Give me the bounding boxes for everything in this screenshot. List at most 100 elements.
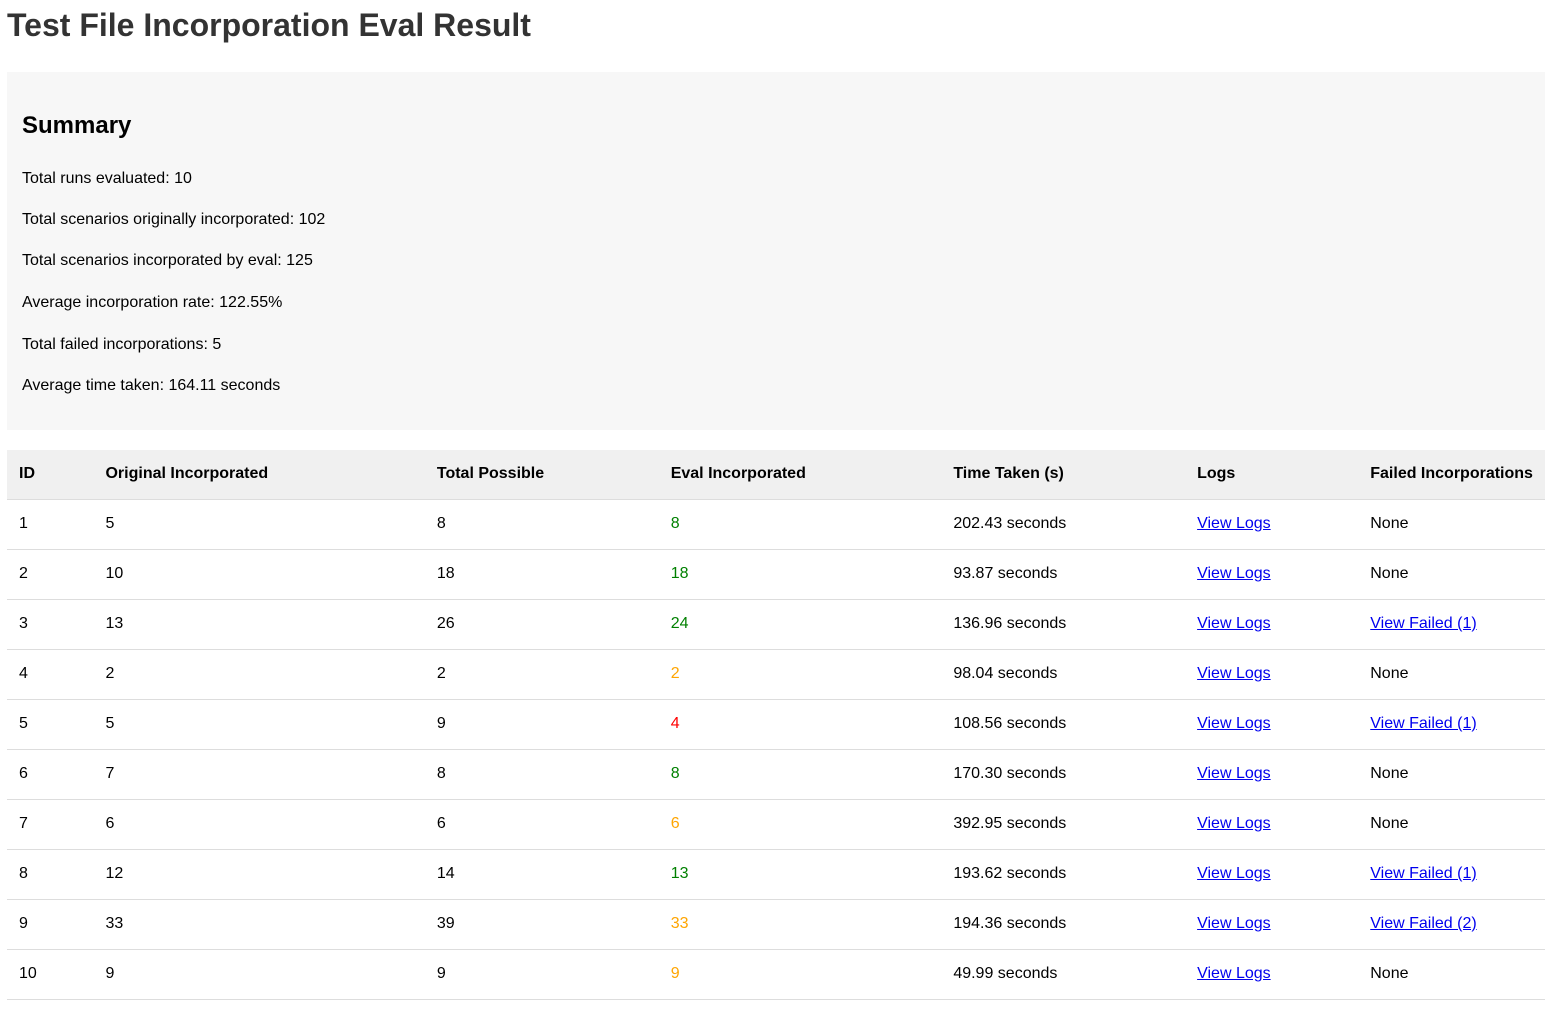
- cell-original-incorporated: 9: [93, 949, 425, 1000]
- cell-eval-incorporated: 4: [658, 699, 942, 750]
- table-row: 10 9 9 9 49.99 seconds View Logs None: [7, 949, 1545, 1000]
- header-logs: Logs: [1185, 450, 1359, 500]
- cell-eval-incorporated: 6: [658, 799, 942, 850]
- header-failed-incorporations: Failed Incorporations: [1358, 450, 1545, 500]
- view-logs-link[interactable]: View Logs: [1197, 915, 1271, 932]
- cell-logs: View Logs: [1185, 799, 1359, 850]
- header-id: ID: [7, 450, 94, 500]
- cell-failed-incorporations: View Failed (1): [1358, 849, 1545, 900]
- view-logs-link[interactable]: View Logs: [1197, 615, 1271, 632]
- cell-original-incorporated: 12: [93, 849, 425, 900]
- view-logs-link[interactable]: View Logs: [1197, 815, 1271, 832]
- cell-eval-incorporated: 8: [658, 749, 942, 800]
- view-logs-link[interactable]: View Logs: [1197, 865, 1271, 882]
- failed-none-text: None: [1370, 815, 1409, 832]
- summary-total-runs: Total runs evaluated: 10: [22, 170, 192, 187]
- cell-original-incorporated: 6: [93, 799, 425, 850]
- cell-id: 3: [7, 599, 94, 650]
- table-row: 9 33 39 33 194.36 seconds View Logs View Faile…: [7, 899, 1545, 950]
- cell-original-incorporated: 7: [93, 749, 425, 800]
- cell-logs: View Logs: [1185, 949, 1359, 1000]
- cell-original-incorporated: 13: [93, 599, 425, 650]
- table-row: 3 13 26 24 136.96 seconds View Logs View Faile…: [7, 599, 1545, 650]
- cell-time-taken: 392.95 seconds: [941, 799, 1186, 850]
- cell-id: 4: [7, 649, 94, 700]
- page-title: Test File Incorporation Eval Result: [7, 7, 531, 43]
- failed-none-text: None: [1370, 965, 1409, 982]
- view-logs-link[interactable]: View Logs: [1197, 965, 1271, 982]
- failed-none-text: None: [1370, 515, 1409, 532]
- view-logs-link[interactable]: View Logs: [1197, 765, 1271, 782]
- view-logs-link[interactable]: View Logs: [1197, 715, 1271, 732]
- results-table-body: 1 5 8 8 202.43 seconds View Logs None 2 10 18 18 93…: [7, 499, 1545, 1000]
- cell-id: 2: [7, 549, 94, 600]
- table-row: 1 5 8 8 202.43 seconds View Logs None: [7, 499, 1545, 550]
- summary-original-incorporated: Total scenarios originally incorporated:…: [22, 211, 326, 228]
- table-row: 6 7 8 8 170.30 seconds View Logs None: [7, 749, 1545, 800]
- cell-logs: View Logs: [1185, 849, 1359, 900]
- cell-failed-incorporations: None: [1358, 499, 1545, 550]
- view-logs-link[interactable]: View Logs: [1197, 515, 1271, 532]
- view-failed-link[interactable]: View Failed (1): [1370, 865, 1476, 882]
- cell-id: 5: [7, 699, 94, 750]
- cell-id: 8: [7, 849, 94, 900]
- cell-total-possible: 18: [424, 549, 659, 600]
- cell-id: 1: [7, 499, 94, 550]
- cell-logs: View Logs: [1185, 649, 1359, 700]
- results-table: ID Original Incorporated Total Possible …: [7, 450, 1545, 1000]
- cell-logs: View Logs: [1185, 899, 1359, 950]
- cell-logs: View Logs: [1185, 749, 1359, 800]
- cell-total-possible: 2: [424, 649, 659, 700]
- cell-logs: View Logs: [1185, 699, 1359, 750]
- cell-time-taken: 193.62 seconds: [941, 849, 1186, 900]
- cell-time-taken: 170.30 seconds: [941, 749, 1186, 800]
- cell-failed-incorporations: View Failed (1): [1358, 699, 1545, 750]
- summary-average-rate: Average incorporation rate: 122.55%: [22, 294, 283, 311]
- cell-total-possible: 9: [424, 949, 659, 1000]
- cell-failed-incorporations: None: [1358, 549, 1545, 600]
- table-row: 7 6 6 6 392.95 seconds View Logs None: [7, 799, 1545, 850]
- table-row: 5 5 9 4 108.56 seconds View Logs View Failed (…: [7, 699, 1545, 750]
- cell-total-possible: 8: [424, 499, 659, 550]
- cell-id: 6: [7, 749, 94, 800]
- summary-panel: Summary Total runs evaluated: 10 Total s…: [7, 72, 1545, 430]
- cell-original-incorporated: 5: [93, 499, 425, 550]
- failed-none-text: None: [1370, 665, 1409, 682]
- view-failed-link[interactable]: View Failed (1): [1370, 615, 1476, 632]
- summary-heading: Summary: [22, 112, 132, 139]
- summary-failed-incorporations: Total failed incorporations: 5: [22, 336, 222, 353]
- view-failed-link[interactable]: View Failed (2): [1370, 915, 1476, 932]
- cell-time-taken: 194.36 seconds: [941, 899, 1186, 950]
- cell-eval-incorporated: 9: [658, 949, 942, 1000]
- header-eval-incorporated: Eval Incorporated: [658, 450, 942, 500]
- table-row: 4 2 2 2 98.04 seconds View Logs None: [7, 649, 1545, 700]
- header-total-possible: Total Possible: [424, 450, 659, 500]
- summary-eval-incorporated: Total scenarios incorporated by eval: 12…: [22, 252, 313, 269]
- cell-total-possible: 6: [424, 799, 659, 850]
- failed-none-text: None: [1370, 765, 1409, 782]
- view-failed-link[interactable]: View Failed (1): [1370, 715, 1476, 732]
- cell-time-taken: 49.99 seconds: [941, 949, 1186, 1000]
- cell-original-incorporated: 5: [93, 699, 425, 750]
- failed-none-text: None: [1370, 565, 1409, 582]
- summary-average-time: Average time taken: 164.11 seconds: [22, 377, 281, 394]
- cell-total-possible: 39: [424, 899, 659, 950]
- cell-original-incorporated: 10: [93, 549, 425, 600]
- cell-eval-incorporated: 18: [658, 549, 942, 600]
- view-logs-link[interactable]: View Logs: [1197, 665, 1271, 682]
- cell-failed-incorporations: None: [1358, 749, 1545, 800]
- view-logs-link[interactable]: View Logs: [1197, 565, 1271, 582]
- cell-eval-incorporated: 2: [658, 649, 942, 700]
- cell-time-taken: 93.87 seconds: [941, 549, 1186, 600]
- cell-total-possible: 9: [424, 699, 659, 750]
- cell-total-possible: 14: [424, 849, 659, 900]
- cell-logs: View Logs: [1185, 499, 1359, 550]
- cell-failed-incorporations: View Failed (2): [1358, 899, 1545, 950]
- cell-eval-incorporated: 24: [658, 599, 942, 650]
- cell-failed-incorporations: None: [1358, 799, 1545, 850]
- table-header-row: ID Original Incorporated Total Possible …: [7, 450, 1545, 500]
- cell-original-incorporated: 2: [93, 649, 425, 700]
- cell-time-taken: 108.56 seconds: [941, 699, 1186, 750]
- cell-eval-incorporated: 13: [658, 849, 942, 900]
- cell-eval-incorporated: 33: [658, 899, 942, 950]
